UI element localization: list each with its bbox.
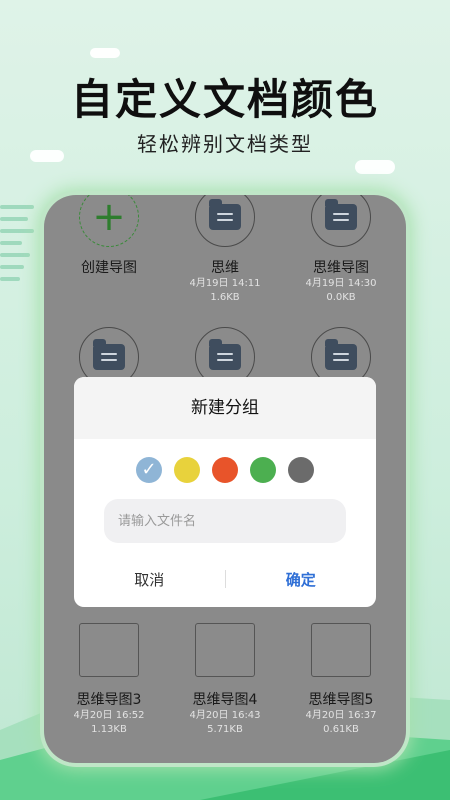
item-name: 思维导图 — [313, 260, 369, 276]
check-icon: ✓ — [141, 459, 157, 480]
folder-icon — [209, 339, 241, 370]
color-option-red[interactable] — [212, 457, 238, 483]
item-name: 思维导图3 — [76, 692, 142, 708]
item-date: 4月19日 14:30 — [305, 278, 377, 289]
promo-headline: 自定义文档颜色 — [70, 75, 379, 124]
mindmap-thumbnail-icon — [311, 623, 371, 677]
file-circle — [195, 195, 255, 247]
file-item[interactable]: 思维导图 4月19日 14:30 0.0KB — [286, 195, 396, 305]
cloud-decoration — [90, 48, 120, 58]
item-size: 0.61KB — [323, 724, 359, 735]
stripes-decoration — [0, 205, 40, 295]
item-date: 4月20日 16:37 — [305, 710, 377, 721]
item-size: 5.71KB — [207, 724, 243, 735]
promo-subline: 轻松辨别文档类型 — [137, 132, 313, 156]
file-circle — [311, 195, 371, 247]
folder-icon — [93, 339, 125, 370]
item-size: 0.0KB — [326, 292, 356, 303]
folder-icon — [325, 199, 357, 230]
create-mindmap-item[interactable]: + 创建导图 — [54, 195, 164, 277]
confirm-button[interactable]: 确定 — [226, 568, 377, 591]
file-item[interactable]: 思维导图4 4月20日 16:43 5.71KB — [170, 623, 280, 737]
mindmap-thumbnail-icon — [79, 623, 139, 677]
item-size: 1.6KB — [210, 292, 240, 303]
item-name: 思维导图4 — [192, 692, 258, 708]
mindmap-thumbnail-icon — [195, 623, 255, 677]
plus-icon: + — [92, 195, 126, 240]
dialog-title: 新建分组 — [74, 377, 376, 439]
color-picker: ✓ — [74, 457, 376, 483]
item-date: 4月19日 14:11 — [189, 278, 261, 289]
folder-icon — [325, 339, 357, 370]
item-name: 创建导图 — [81, 260, 137, 276]
item-name: 思维导图5 — [308, 692, 374, 708]
new-group-dialog: 新建分组 ✓ 取消 确定 — [74, 377, 376, 607]
filename-input[interactable] — [104, 499, 346, 543]
file-item[interactable]: 思维导图5 4月20日 16:37 0.61KB — [286, 623, 396, 737]
file-item[interactable]: 思维导图3 4月20日 16:52 1.13KB — [54, 623, 164, 737]
cancel-button[interactable]: 取消 — [74, 568, 225, 591]
color-option-blue[interactable]: ✓ — [136, 457, 162, 483]
color-option-green[interactable] — [250, 457, 276, 483]
item-name: 思维 — [211, 260, 239, 276]
item-date: 4月20日 16:52 — [73, 710, 145, 721]
cloud-decoration — [355, 160, 395, 174]
file-item[interactable]: 思维 4月19日 14:11 1.6KB — [170, 195, 280, 305]
dialog-actions: 取消 确定 — [74, 559, 376, 599]
color-option-yellow[interactable] — [174, 457, 200, 483]
folder-icon — [209, 199, 241, 230]
color-option-gray[interactable] — [288, 457, 314, 483]
item-date: 4月20日 16:43 — [189, 710, 261, 721]
create-circle: + — [79, 195, 139, 247]
item-size: 1.13KB — [91, 724, 127, 735]
